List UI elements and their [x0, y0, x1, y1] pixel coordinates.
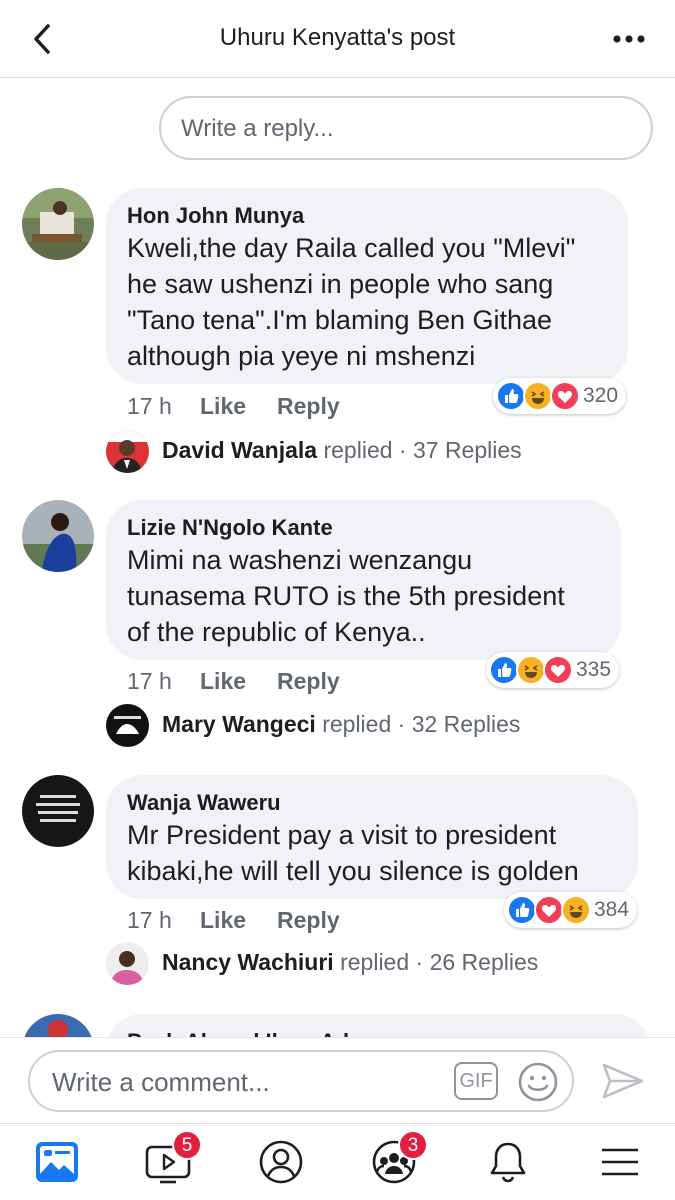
- reaction-summary[interactable]: 335: [486, 652, 620, 688]
- comment-author[interactable]: Lizie N'Ngolo Kante: [127, 514, 599, 542]
- reply-avatar: [106, 430, 149, 473]
- like-button[interactable]: Like: [200, 393, 246, 420]
- avatar[interactable]: [22, 188, 94, 260]
- love-icon: [534, 895, 564, 925]
- comment-time: 17 h: [127, 393, 172, 419]
- like-button[interactable]: Like: [200, 668, 246, 695]
- groups-icon[interactable]: 3: [370, 1130, 428, 1186]
- watch-icon[interactable]: 5: [144, 1130, 202, 1186]
- gif-button[interactable]: GIF: [454, 1062, 498, 1100]
- reply-count[interactable]: · 32 Replies: [398, 711, 521, 737]
- avatar[interactable]: [22, 500, 94, 572]
- reply-verb: replied: [322, 711, 392, 737]
- like-button[interactable]: Like: [200, 907, 246, 934]
- reply-avatar: [106, 942, 149, 985]
- like-icon: [496, 381, 526, 411]
- comment-author[interactable]: Hon John Munya: [127, 202, 606, 230]
- reply-summary: Nancy Wachiuri replied · 26 Replies: [162, 949, 538, 976]
- avatar[interactable]: [22, 1014, 94, 1037]
- reply-input[interactable]: [181, 112, 631, 146]
- comment-text: Mimi na washenzi wenzangu tunasema RUTO …: [127, 545, 565, 647]
- reaction-summary[interactable]: 320: [493, 378, 627, 414]
- comment-text: Mr President pay a visit to president ki…: [127, 820, 579, 886]
- reaction-count: 320: [583, 384, 619, 407]
- more-options-icon[interactable]: [609, 26, 649, 52]
- comment-bubble: Lizie N'Ngolo Kante Mimi na washenzi wen…: [106, 500, 621, 660]
- haha-icon: [523, 381, 553, 411]
- bottom-navigation: 5 3: [0, 1123, 675, 1200]
- like-icon: [507, 895, 537, 925]
- reply-verb: replied: [340, 949, 410, 975]
- reply-count[interactable]: · 37 Replies: [399, 437, 522, 463]
- reply-count[interactable]: · 26 Replies: [416, 949, 539, 975]
- reply-button[interactable]: Reply: [277, 393, 340, 420]
- like-icon: [489, 655, 519, 685]
- reply-summary: David Wanjala replied · 37 Replies: [162, 437, 522, 464]
- love-icon: [543, 655, 573, 685]
- page-title: Uhuru Kenyatta's post: [219, 24, 456, 51]
- menu-icon[interactable]: [596, 1138, 644, 1186]
- groups-badge: 3: [398, 1130, 428, 1160]
- send-icon[interactable]: [600, 1061, 646, 1101]
- reply-avatar: [106, 704, 149, 747]
- emoji-icon[interactable]: [517, 1061, 559, 1103]
- watch-badge: 5: [172, 1130, 202, 1160]
- comment-bubble: Hon John Munya Kweli,the day Raila calle…: [106, 188, 628, 384]
- reply-author[interactable]: Mary Wangeci: [162, 711, 316, 737]
- comment-composer: GIF: [0, 1037, 675, 1123]
- comment-time: 17 h: [127, 668, 172, 694]
- haha-icon: [516, 655, 546, 685]
- comment-author[interactable]: Wanja Waweru: [127, 789, 616, 817]
- write-reply-field[interactable]: [159, 96, 653, 160]
- reply-button[interactable]: Reply: [277, 668, 340, 695]
- avatar[interactable]: [22, 775, 94, 847]
- profile-icon[interactable]: [257, 1138, 305, 1186]
- comment-field[interactable]: GIF: [28, 1050, 574, 1112]
- comment-bubble: Peah Ahmed Ilyas Adam: [106, 1014, 651, 1037]
- reply-verb: replied: [323, 437, 393, 463]
- comment-time: 17 h: [127, 907, 172, 933]
- reaction-summary[interactable]: 384: [504, 892, 638, 928]
- reply-author[interactable]: Nancy Wachiuri: [162, 949, 334, 975]
- love-icon: [550, 381, 580, 411]
- notifications-icon[interactable]: [484, 1138, 532, 1186]
- comment-author[interactable]: Peah Ahmed Ilyas Adam: [127, 1028, 629, 1037]
- reply-summary: Mary Wangeci replied · 32 Replies: [162, 711, 520, 738]
- news-feed-icon[interactable]: [33, 1138, 81, 1186]
- top-bar: Uhuru Kenyatta's post: [0, 0, 675, 78]
- comment-partial: Peah Ahmed Ilyas Adam: [0, 1014, 675, 1037]
- reply-author[interactable]: David Wanjala: [162, 437, 317, 463]
- comment-input[interactable]: [52, 1065, 432, 1099]
- reaction-count: 384: [594, 898, 630, 921]
- reaction-count: 335: [576, 658, 612, 681]
- haha-icon: [561, 895, 591, 925]
- comment-bubble: Wanja Waweru Mr President pay a visit to…: [106, 775, 638, 899]
- reply-button[interactable]: Reply: [277, 907, 340, 934]
- comment-text: Kweli,the day Raila called you "Mlevi" h…: [127, 233, 576, 371]
